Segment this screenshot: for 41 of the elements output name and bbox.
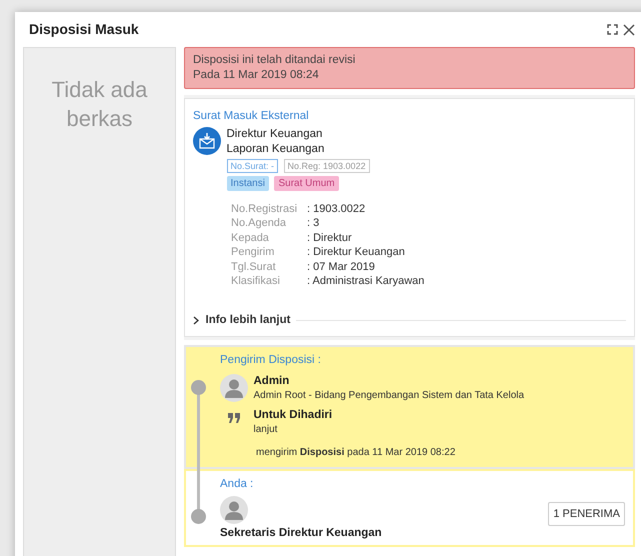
field-value: : Administrasi Karyawan [307, 274, 424, 289]
quote-icon [228, 412, 240, 423]
field-label: Pengirim [231, 245, 276, 260]
field-label: Klasifikasi [231, 274, 281, 289]
sent-info-text: mengirim Disposisi pada 11 Mar 2019 08:22 [256, 446, 456, 459]
instruction-note: lanjut [254, 422, 278, 436]
timeline-dot [191, 380, 206, 395]
field-label: No.Registrasi [231, 202, 298, 216]
field-label: No.Agenda [231, 216, 288, 231]
field-value: : Direktur Keuangan [307, 245, 405, 260]
user-avatar-icon [220, 374, 248, 402]
field-value: : 1903.0022 [307, 202, 366, 216]
envelope-download-icon [193, 126, 221, 155]
user-name: Sekretaris Direktur Keuangan [220, 526, 383, 541]
section-heading: Anda : [220, 476, 254, 492]
user-detail: Admin Root - Bidang Pengembangan Sistem dan Tata Kelola [254, 388, 526, 402]
dialog-title: Disposisi Masuk [29, 20, 139, 39]
fullscreen-icon[interactable] [606, 24, 618, 35]
number-tag: No.Reg: 1903.0022 [284, 159, 370, 174]
field-value: : 07 Mar 2019 [307, 260, 375, 274]
revision-alert: Disposisi ini telah ditandai revisi Pada 11 Mar 2019 08:24 [184, 47, 635, 89]
recipients-button[interactable]: 1 PENERIMA [548, 502, 625, 526]
number-tag: No.Surat: - [226, 159, 278, 174]
field-label: Kepada [231, 230, 270, 246]
letter-text: Direktur Keuangan [226, 126, 324, 142]
category-tag: Instansi [226, 176, 269, 191]
timeline-dot [191, 508, 206, 524]
field-label: Tgl.Surat [231, 260, 277, 274]
close-icon[interactable] [623, 24, 635, 36]
user-avatar-icon [220, 496, 248, 524]
letter-type: Surat Masuk Eksternal [193, 108, 310, 124]
category-tag: Surat Umum [274, 176, 339, 191]
more-info-toggle[interactable]: Info lebih lanjut [193, 312, 290, 328]
letter-text: Laporan Keuangan [226, 142, 326, 156]
chevron-icon [193, 316, 200, 325]
section-heading: Pengirim Disposisi : [220, 352, 322, 368]
empty-files-text: Tidak ada berkas [50, 76, 148, 133]
field-value: : Direktur [307, 230, 352, 246]
instruction-title: Untuk Dihadiri [254, 408, 332, 423]
field-value: : 3 [307, 216, 320, 231]
user-name: Admin [254, 374, 290, 389]
